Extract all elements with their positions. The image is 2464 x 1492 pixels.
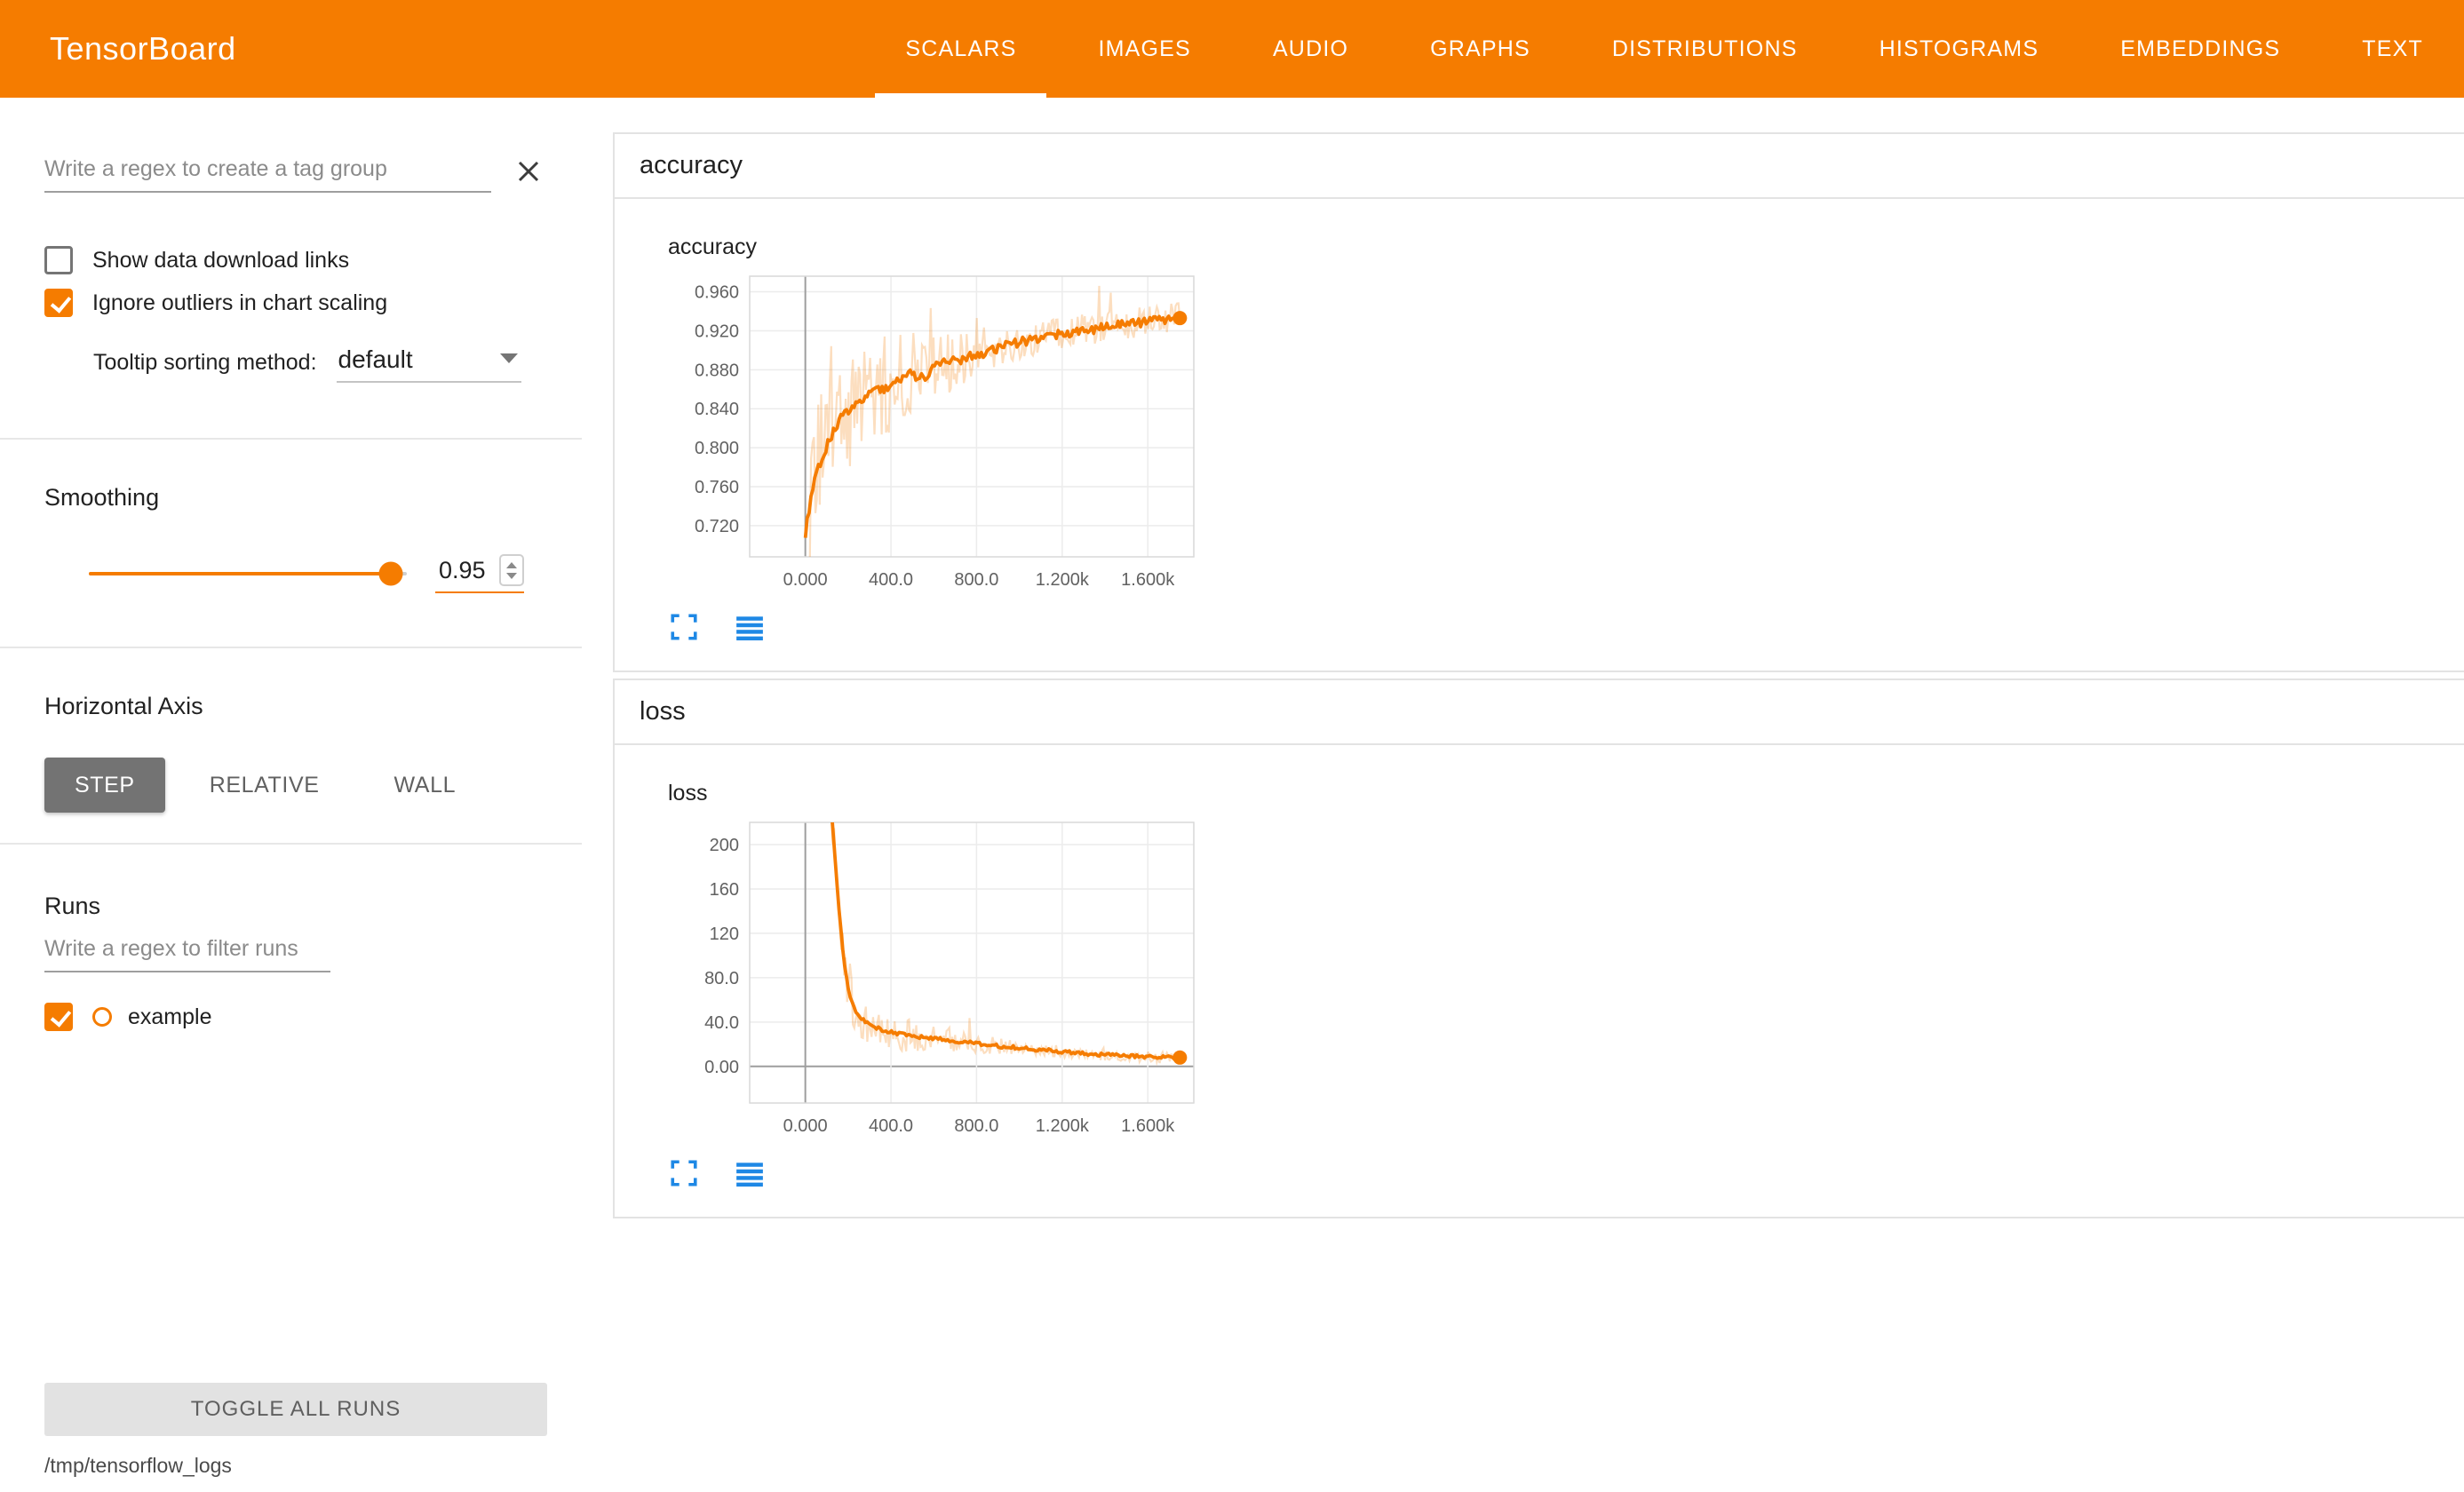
svg-text:160: 160 (710, 880, 739, 900)
option-label: Ignore outliers in chart scaling (92, 290, 387, 316)
tag-filter-row (44, 149, 548, 193)
expand-chart-button[interactable] (668, 612, 700, 644)
fullscreen-icon (669, 612, 699, 642)
svg-text:0.000: 0.000 (783, 570, 828, 590)
accuracy-chart-canvas[interactable]: 0.720 0.760 0.800 0.840 0.880 0.920 0.960 0.000… (666, 266, 1242, 601)
run-item-example[interactable]: example (44, 1003, 548, 1031)
axis-relative-button[interactable]: RELATIVE (179, 758, 350, 813)
data-list-icon (735, 612, 765, 642)
svg-text:400.0: 400.0 (869, 1116, 913, 1136)
tag-group-header[interactable]: loss (615, 680, 2464, 745)
divider (0, 843, 582, 845)
chart-title: loss (668, 781, 2464, 806)
svg-text:1.200k: 1.200k (1036, 1116, 1090, 1136)
data-list-icon (735, 1158, 765, 1188)
svg-text:0.960: 0.960 (695, 283, 739, 303)
run-color-swatch (92, 1007, 112, 1027)
stepper-down-icon (506, 573, 517, 579)
smoothing-value: 0.95 (439, 557, 499, 584)
tab-text[interactable]: TEXT (2321, 0, 2464, 98)
tag-group-body: loss 0.00 40.0 80.0 120 160 200 0.000 400.0 800.… (615, 745, 2464, 1217)
stepper-up-icon (506, 562, 517, 568)
run-data-button[interactable] (734, 1158, 766, 1190)
smoothing-slider-thumb[interactable] (379, 562, 403, 586)
fullscreen-icon (669, 1158, 699, 1188)
tooltip-sorting-label: Tooltip sorting method: (93, 350, 317, 383)
tab-distributions[interactable]: DISTRIBUTIONS (1571, 0, 1839, 98)
show-download-links-option[interactable]: Show data download links (44, 246, 548, 274)
top-bar: TensorBoard SCALARS IMAGES AUDIO GRAPHS … (0, 0, 2464, 98)
tag-filter-input[interactable] (44, 149, 491, 193)
smoothing-label: Smoothing (44, 484, 582, 512)
loss-chart-canvas[interactable]: 0.00 40.0 80.0 120 160 200 0.000 400.0 800.0 1.20… (666, 812, 1242, 1147)
chart-title: accuracy (668, 234, 2464, 260)
divider (0, 438, 582, 440)
app-logo: TensorBoard (50, 0, 236, 98)
tag-group-loss: loss loss 0.00 40.0 80.0 120 160 200 0.000 400.… (613, 679, 2464, 1218)
svg-text:120: 120 (710, 925, 739, 944)
run-checkbox-icon (44, 1003, 73, 1031)
tab-graphs[interactable]: GRAPHS (1389, 0, 1571, 98)
svg-text:0.920: 0.920 (695, 321, 739, 341)
smoothing-control: 0.95 (89, 554, 548, 593)
close-icon (509, 152, 548, 191)
chevron-down-icon (500, 353, 518, 363)
toggle-all-runs-button[interactable]: TOGGLE ALL RUNS (44, 1383, 547, 1436)
run-name: example (128, 1004, 212, 1030)
svg-text:0.760: 0.760 (695, 478, 739, 497)
svg-text:0.800: 0.800 (695, 439, 739, 458)
tab-scalars[interactable]: SCALARS (864, 0, 1057, 98)
run-data-button[interactable] (734, 612, 766, 644)
svg-text:1.600k: 1.600k (1121, 1116, 1175, 1136)
tooltip-sorting-select[interactable]: default (337, 344, 521, 383)
chart-actions (668, 612, 2464, 644)
svg-text:200: 200 (710, 836, 739, 855)
tag-group-accuracy: accuracy accuracy 0.7200.7600.8000.8400.… (613, 132, 2464, 672)
sidebar-footer: TOGGLE ALL RUNS /tmp/tensorflow_logs (0, 1383, 582, 1478)
horizontal-axis-label: Horizontal Axis (44, 693, 582, 720)
runs-label: Runs (44, 893, 582, 920)
clear-tag-filter-button[interactable] (509, 152, 548, 191)
run-filter-input[interactable] (44, 929, 330, 972)
tooltip-sorting-row: Tooltip sorting method: default (44, 344, 548, 383)
svg-text:0.000: 0.000 (783, 1116, 828, 1136)
svg-text:0.00: 0.00 (704, 1058, 739, 1077)
tab-audio[interactable]: AUDIO (1232, 0, 1389, 98)
svg-text:40.0: 40.0 (704, 1013, 739, 1033)
smoothing-slider[interactable] (89, 572, 407, 575)
svg-text:800.0: 800.0 (954, 570, 998, 590)
ignore-outliers-option[interactable]: Ignore outliers in chart scaling (44, 289, 548, 317)
smoothing-slider-fill (89, 572, 391, 575)
option-label: Show data download links (92, 248, 349, 274)
checkbox-icon (44, 246, 73, 274)
svg-text:1.600k: 1.600k (1121, 570, 1175, 590)
svg-text:0.720: 0.720 (695, 517, 739, 536)
main-nav: SCALARS IMAGES AUDIO GRAPHS DISTRIBUTION… (864, 0, 2464, 98)
svg-text:0.840: 0.840 (695, 400, 739, 419)
horizontal-axis-buttons: STEP RELATIVE WALL (44, 758, 582, 813)
axis-step-button[interactable]: STEP (44, 758, 165, 813)
axis-wall-button[interactable]: WALL (364, 758, 487, 813)
svg-text:400.0: 400.0 (869, 570, 913, 590)
expand-chart-button[interactable] (668, 1158, 700, 1190)
tag-group-body: accuracy 0.7200.7600.8000.8400.8800.9200… (615, 199, 2464, 671)
divider (0, 647, 582, 648)
log-directory-path: /tmp/tensorflow_logs (44, 1454, 537, 1478)
tab-images[interactable]: IMAGES (1057, 0, 1231, 98)
dashboard-content: accuracy accuracy 0.7200.7600.8000.8400.… (613, 98, 2464, 1492)
svg-text:800.0: 800.0 (954, 1116, 998, 1136)
chart-actions (668, 1158, 2464, 1190)
tooltip-sorting-value: default (338, 345, 413, 374)
smoothing-value-field[interactable]: 0.95 (435, 554, 524, 593)
checkbox-icon (44, 289, 73, 317)
smoothing-stepper[interactable] (499, 554, 524, 586)
tag-group-header[interactable]: accuracy (615, 134, 2464, 199)
svg-text:80.0: 80.0 (704, 969, 739, 988)
tab-embeddings[interactable]: EMBEDDINGS (2079, 0, 2321, 98)
settings-sidebar: Show data download links Ignore outliers… (0, 98, 582, 1492)
tab-histograms[interactable]: HISTOGRAMS (1839, 0, 2080, 98)
svg-text:0.880: 0.880 (695, 361, 739, 380)
svg-text:1.200k: 1.200k (1036, 570, 1090, 590)
